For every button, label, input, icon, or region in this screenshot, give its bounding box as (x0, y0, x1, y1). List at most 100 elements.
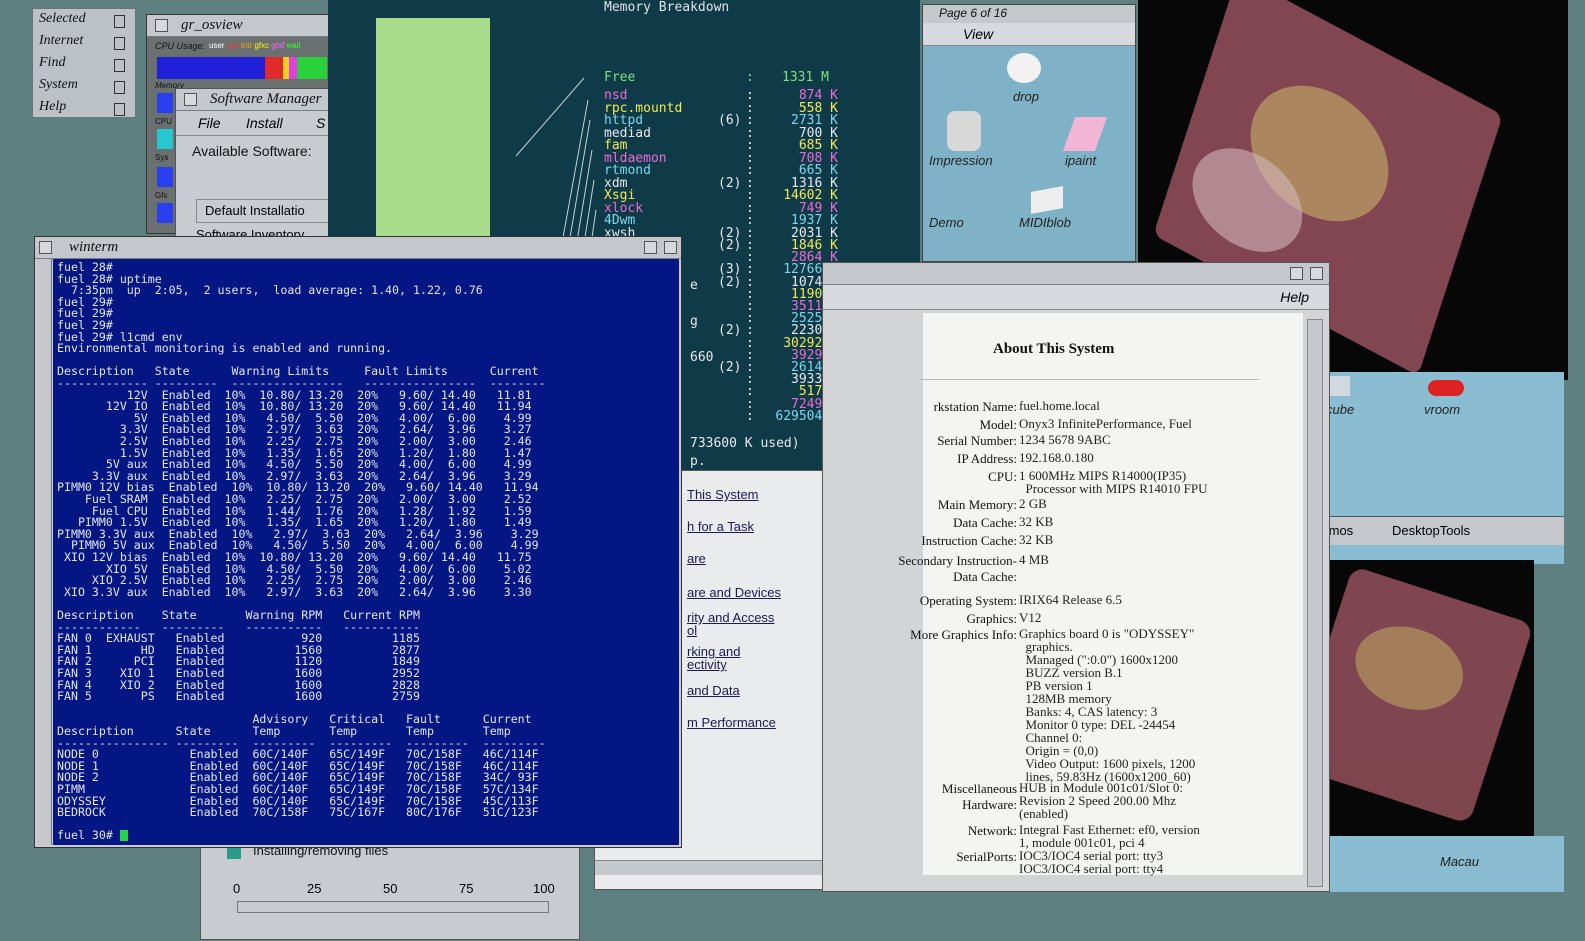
progress-tick: 25 (307, 881, 322, 896)
window-menu-icon[interactable] (155, 19, 168, 32)
memory-breakdown-header: Memory Breakdown (604, 0, 730, 15)
cpu-side-bar (157, 129, 173, 149)
memory-partial-label: g (690, 314, 698, 329)
about-field-value: 2 GB (1019, 496, 1047, 511)
maximize-icon[interactable] (664, 241, 677, 254)
legend-gfxc: gfxc (254, 41, 270, 50)
status-icon (227, 847, 241, 859)
titlebar[interactable]: gr_osview (147, 15, 331, 37)
terminal-line: 7:35pm up 2:05, 2 users, load average: 1… (57, 283, 483, 298)
about-divider (919, 379, 1259, 380)
help-link[interactable]: h for a Task (687, 519, 754, 534)
macau-icon-label: Macau (1440, 854, 1480, 869)
about-field-value: fuel.home.local (1019, 398, 1100, 413)
terminal-output[interactable]: fuel 28# fuel 28# uptime 7:35pm up 2:05, … (53, 259, 679, 845)
window-menu-icon[interactable] (184, 93, 197, 106)
maximize-icon[interactable] (1310, 267, 1323, 280)
tab-desktoptools[interactable]: DesktopTools (1392, 523, 1470, 538)
titlebar[interactable]: Software Manager (176, 89, 334, 111)
about-field-value: IRIX64 Release 6.5 (1019, 592, 1122, 607)
cpu-legend: user sys intr gfxc gfxf wait (209, 41, 301, 50)
midiblob-icon[interactable] (1031, 186, 1063, 214)
impression-icon[interactable] (947, 111, 981, 151)
menu-install[interactable]: Install (246, 115, 283, 131)
legend-intr: intr (241, 41, 253, 50)
vroom-icon[interactable] (1428, 380, 1464, 396)
toolchest-help[interactable]: Help (39, 99, 129, 119)
about-field-label: Main Memory: (937, 497, 1017, 512)
legend-user: user (209, 41, 225, 50)
terminal-scrollbar[interactable] (37, 259, 52, 845)
about-field-label: Serial Number: (937, 433, 1017, 448)
process-count: (2) (718, 274, 742, 290)
vertical-scrollbar[interactable] (1307, 319, 1323, 887)
winterm-window: winterm fuel 28# fuel 28# uptime 7:35pm u… (34, 236, 682, 848)
sys-side-bar (157, 167, 173, 187)
vroom-icon-label: vroom (1424, 402, 1461, 417)
about-field-label: Operating System: (919, 593, 1017, 608)
toolchest-selected[interactable]: Selected (39, 11, 129, 31)
about-field-value: Graphics board 0 is "ODYSSEY" graphics. … (1019, 626, 1196, 784)
toolchest-internet[interactable]: Internet (39, 33, 129, 53)
help-link[interactable]: are and Devices (687, 585, 781, 600)
menu-s[interactable]: S (316, 115, 325, 131)
about-field-value: Onyx3 InfinitePerformance, Fuel (1019, 416, 1192, 431)
about-field-label: Data Cache: (953, 515, 1017, 530)
about-field-label: More Graphics Info: (910, 627, 1017, 642)
about-field-value: Integral Fast Ethernet: ef0, version 1, … (1019, 822, 1200, 850)
default-installation-button[interactable]: Default Installatio (196, 199, 338, 223)
cube-icon[interactable] (1328, 376, 1350, 396)
about-field-label: IP Address: (957, 451, 1017, 466)
titlebar[interactable]: winterm (35, 237, 681, 259)
about-field-value: HUB in Module 001c01/Slot 0: Revision 2 … (1019, 780, 1183, 821)
help-link[interactable]: and Data (687, 683, 740, 698)
ipaint-icon-label: ipaint (1065, 153, 1097, 168)
process-count: (2) (718, 238, 742, 253)
help-link[interactable]: rking and ectivity (687, 645, 740, 671)
about-this-system-window: Help About This System rkstation Name: fu… (822, 262, 1330, 892)
about-field-label: Secondary Instruction-Data Cache: (898, 553, 1017, 584)
toolchest-label: Selected (39, 11, 86, 26)
toolchest-label: System (39, 77, 78, 92)
about-field-value: V12 (1019, 610, 1042, 625)
menu-help[interactable]: Help (1280, 289, 1309, 305)
software-manager-window: Software Manager File Install S Availabl… (175, 88, 338, 243)
about-field-value: 1234 5678 9ABC (1019, 432, 1111, 447)
midiblob-icon-label: MIDIblob (1019, 215, 1072, 230)
titlebar[interactable] (823, 263, 1329, 285)
about-field-value: 1 600MHz MIPS R14000(IP35) Processor wit… (1019, 468, 1208, 496)
horizontal-scrollbar[interactable] (595, 860, 839, 875)
cpu-usage-label: CPU Usage: (155, 41, 206, 51)
about-field-value: 4 MB (1019, 552, 1049, 567)
help-link[interactable]: This System (687, 487, 759, 502)
ipaint-icon[interactable] (1062, 117, 1108, 151)
memory-free-bar (376, 18, 490, 240)
available-software-label: Available Software: (192, 143, 312, 159)
toolchest-label: Internet (39, 33, 84, 48)
prompt-text: fuel 30# (57, 828, 120, 843)
minimize-icon[interactable] (1290, 267, 1303, 280)
help-link[interactable]: rity and Access ol (687, 611, 774, 637)
toolchest-system[interactable]: System (39, 77, 129, 97)
window-title: winterm (69, 239, 119, 255)
cube-icon-label: cube (1326, 402, 1355, 417)
menu-view[interactable]: View (963, 26, 993, 42)
terminal-prompt[interactable]: fuel 30# (57, 828, 128, 843)
titlebar[interactable]: Page 6 of 16 (923, 5, 1135, 23)
window-menu-icon[interactable] (39, 241, 52, 254)
help-link[interactable]: are (687, 551, 706, 566)
help-link[interactable]: m Performance (687, 715, 776, 730)
tab-strip: Demos DesktopTools (1296, 516, 1564, 545)
menubar: View (923, 23, 1135, 46)
memory-free-label: Free (604, 70, 636, 85)
toolchest-find[interactable]: Find (39, 55, 129, 75)
demo-icon-label: Demo (929, 215, 964, 230)
minimize-icon[interactable] (644, 241, 657, 254)
menu-file[interactable]: File (198, 115, 221, 131)
process-count: (2) (718, 323, 742, 339)
menu-box-icon (114, 81, 125, 94)
memory-tail-text: p. (690, 454, 706, 469)
drop-icon[interactable] (1007, 53, 1041, 83)
about-field-label: Network: (967, 823, 1017, 838)
legend-wait: wait (286, 41, 301, 50)
